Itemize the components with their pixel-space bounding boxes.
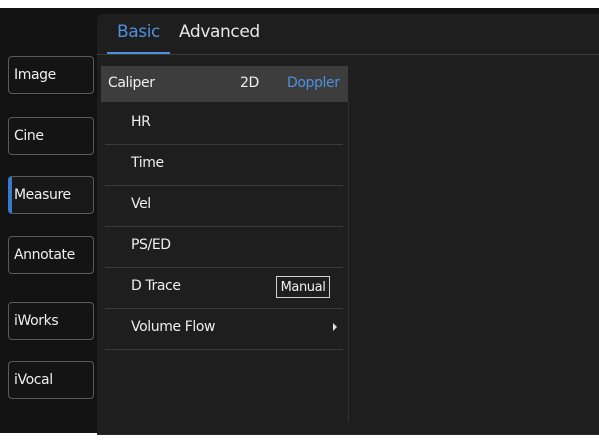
sidebar-item-cine[interactable]: Cine: [8, 117, 94, 155]
menu-item-label: Vel: [131, 196, 151, 212]
menu-item-ps-ed[interactable]: PS/ED: [105, 227, 343, 268]
sidebar-item-ivocal[interactable]: iVocal: [8, 361, 94, 399]
chevron-right-icon: [333, 323, 337, 331]
measurement-list: HR Time Vel PS/ED D Trace Manual Volume …: [105, 104, 343, 350]
column-divider: [348, 102, 349, 422]
manual-button[interactable]: Manual: [276, 276, 330, 298]
menu-item-label: HR: [131, 114, 151, 130]
tab-basic[interactable]: Basic: [106, 22, 171, 54]
caliper-option-2d[interactable]: 2D: [240, 75, 259, 91]
sidebar-item-label: Annotate: [14, 247, 75, 263]
tab-advanced[interactable]: Advanced: [179, 22, 260, 42]
app-frame: Image Cine Measure Annotate iWorks iVoca…: [0, 8, 599, 435]
caliper-row: Caliper 2D Doppler: [101, 66, 348, 102]
sidebar-item-annotate[interactable]: Annotate: [8, 236, 94, 274]
menu-panel: Basic Advanced Caliper 2D Doppler HR Tim…: [97, 14, 599, 435]
menu-item-label: PS/ED: [131, 237, 171, 253]
menu-item-d-trace[interactable]: D Trace Manual: [105, 268, 343, 309]
menu-item-vel[interactable]: Vel: [105, 186, 343, 227]
menu-item-hr[interactable]: HR: [105, 104, 343, 145]
sidebar-item-image[interactable]: Image: [8, 56, 94, 94]
menu-item-label: Volume Flow: [131, 319, 216, 335]
sidebar-item-label: iVocal: [14, 372, 53, 388]
caliper-label: Caliper: [108, 75, 155, 91]
sidebar-item-label: Cine: [14, 128, 44, 144]
menu-item-label: Time: [131, 155, 164, 171]
sidebar-item-iworks[interactable]: iWorks: [8, 302, 94, 340]
sidebar-item-label: Measure: [14, 187, 71, 203]
caliper-option-doppler[interactable]: Doppler: [287, 75, 340, 91]
menu-item-label: D Trace: [131, 278, 181, 294]
sidebar-item-measure[interactable]: Measure: [8, 176, 94, 214]
tab-bar: Basic Advanced: [97, 14, 599, 55]
menu-item-time[interactable]: Time: [105, 145, 343, 186]
sidebar-item-label: iWorks: [14, 313, 59, 329]
menu-item-volume-flow[interactable]: Volume Flow: [105, 309, 343, 350]
sidebar-item-label: Image: [14, 67, 56, 83]
